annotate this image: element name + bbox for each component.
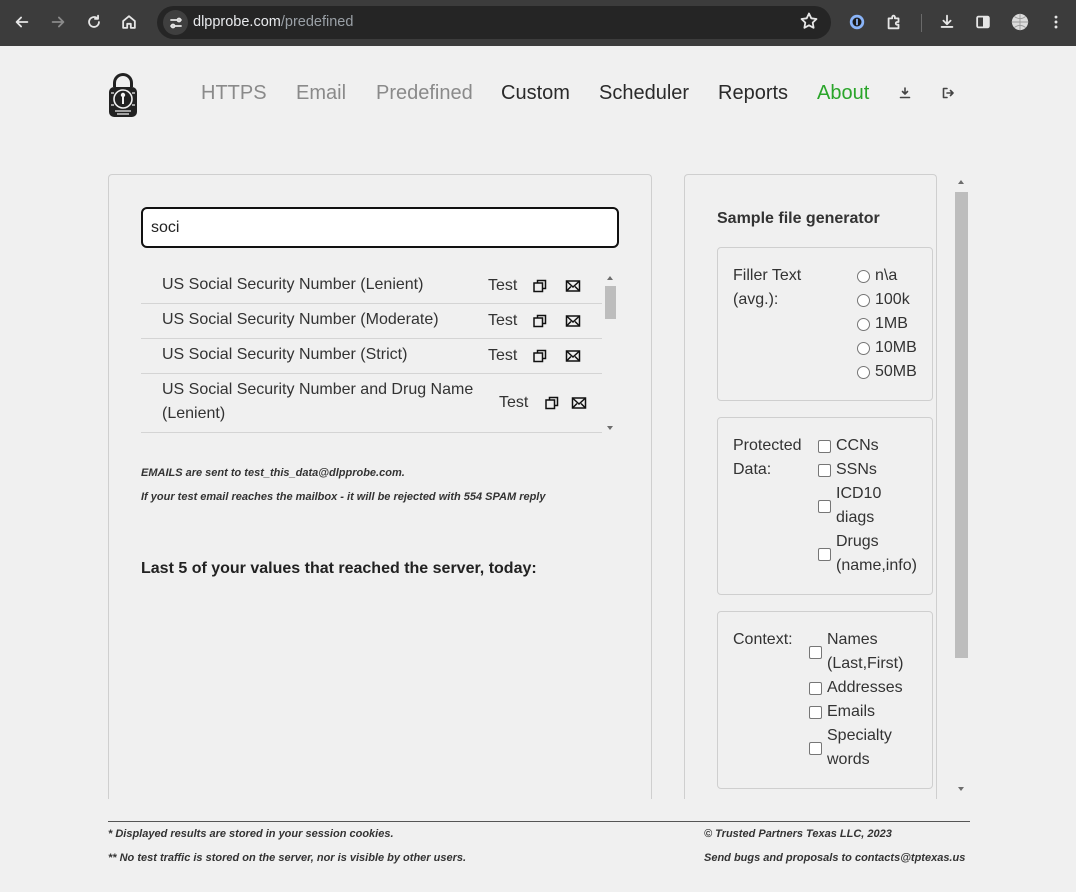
forward-icon[interactable] (44, 8, 72, 36)
checkbox-specialty[interactable] (809, 742, 822, 755)
reload-icon[interactable] (80, 8, 108, 36)
nav-reports[interactable]: Reports (718, 82, 788, 105)
context-group: Context: Names (Last,First) Addresses Em… (717, 611, 933, 789)
address-bar[interactable]: dlpprobe.com/predefined (157, 6, 831, 39)
side-panel-icon[interactable] (969, 8, 997, 36)
filler-option: 10MB (875, 339, 917, 356)
filler-radio-50mb[interactable] (857, 366, 870, 379)
nav-https[interactable]: HTTPS (201, 82, 267, 105)
context-option: Names (Last,First) (827, 631, 904, 672)
browser-toolbar: dlpprobe.com/predefined (0, 0, 1076, 46)
nav-scheduler[interactable]: Scheduler (599, 82, 689, 105)
back-icon[interactable] (8, 8, 36, 36)
filler-option: 1MB (875, 315, 908, 332)
protected-option: ICD10 diags (836, 485, 882, 526)
nav-predefined[interactable]: Predefined (376, 82, 473, 105)
toolbar-divider (921, 14, 922, 32)
footer-contact: Send bugs and proposals to contacts@tpte… (704, 852, 966, 864)
copy-icon[interactable] (532, 348, 548, 364)
download-icon[interactable] (899, 86, 913, 102)
email-icon[interactable] (565, 313, 581, 329)
filler-option: 50MB (875, 363, 917, 380)
test-button[interactable]: Test (488, 277, 517, 295)
nav-email[interactable]: Email (296, 82, 346, 105)
filler-option: n\a (875, 267, 898, 284)
logout-icon[interactable] (942, 86, 956, 102)
checkbox-ssns[interactable] (818, 464, 831, 477)
menu-kebab-icon[interactable] (1042, 8, 1070, 36)
results-scrollbar[interactable] (604, 274, 616, 434)
result-name: US Social Security Number (Strict) (162, 346, 408, 363)
site-settings-icon[interactable] (163, 10, 188, 35)
list-item: US Social Security Number (Lenient) Test (141, 268, 602, 304)
context-option: Specialty words (827, 727, 892, 768)
scroll-up-arrow[interactable] (607, 276, 613, 280)
footer-divider (108, 821, 970, 822)
footer-copyright: © Trusted Partners Texas LLC, 2023 (704, 828, 892, 840)
context-option: Addresses (827, 679, 903, 696)
password-manager-icon[interactable] (843, 8, 871, 36)
filler-radio-1mb[interactable] (857, 318, 870, 331)
protected-option: CCNs (836, 437, 879, 454)
filler-text-label: Filler Text (avg.): (733, 267, 802, 308)
filler-text-group: Filler Text (avg.): n\a 100k 1MB 10MB 50… (717, 247, 933, 401)
checkbox-names[interactable] (809, 646, 822, 659)
nav-about[interactable]: About (817, 82, 869, 105)
site-logo[interactable] (107, 69, 139, 119)
test-button[interactable]: Test (488, 312, 517, 330)
profile-avatar[interactable] (1006, 8, 1034, 36)
copy-icon[interactable] (544, 395, 560, 411)
home-icon[interactable] (115, 8, 143, 36)
copy-icon[interactable] (532, 278, 548, 294)
context-option: Emails (827, 703, 876, 720)
download-icon[interactable] (933, 8, 961, 36)
side-scrollbar-thumb[interactable] (955, 192, 968, 658)
footer-traffic-note: ** No test traffic is stored on the serv… (108, 852, 467, 864)
protected-data-label: Protected Data: (733, 437, 802, 478)
protected-option: Drugs (name,info) (836, 533, 917, 574)
context-label: Context: (733, 631, 793, 648)
checkbox-addresses[interactable] (809, 682, 822, 695)
result-name: US Social Security Number (Moderate) (162, 311, 439, 328)
email-icon[interactable] (565, 348, 581, 364)
side-scroll-down-arrow[interactable] (958, 787, 964, 791)
checkbox-emails[interactable] (809, 706, 822, 719)
scroll-down-arrow[interactable] (607, 426, 613, 430)
copy-icon[interactable] (532, 313, 548, 329)
protected-option: SSNs (836, 461, 877, 478)
scrollbar-thumb[interactable] (605, 286, 616, 319)
extensions-icon[interactable] (880, 8, 908, 36)
url-text: dlpprobe.com/predefined (193, 14, 354, 30)
result-name: US Social Security Number (Lenient) (162, 276, 424, 293)
generator-title: Sample file generator (717, 210, 880, 227)
email-note: EMAILS are sent to test_this_data@dlppro… (141, 467, 405, 479)
result-name: US Social Security Number and Drug Name … (162, 381, 474, 422)
list-item: US Social Security Number (Strict) Test (141, 339, 602, 374)
nav-custom[interactable]: Custom (501, 82, 570, 105)
checkbox-icd10[interactable] (818, 500, 831, 513)
list-item: US Social Security Number (Moderate) Tes… (141, 304, 602, 339)
filler-option: 100k (875, 291, 910, 308)
filler-radio-na[interactable] (857, 270, 870, 283)
email-icon[interactable] (571, 395, 587, 411)
last5-heading: Last 5 of your values that reached the s… (141, 560, 537, 577)
filler-radio-10mb[interactable] (857, 342, 870, 355)
email-icon[interactable] (565, 278, 581, 294)
checkbox-ccns[interactable] (818, 440, 831, 453)
filler-radio-100k[interactable] (857, 294, 870, 307)
search-input[interactable] (141, 207, 619, 248)
bookmark-star-icon[interactable] (799, 11, 821, 33)
test-button[interactable]: Test (499, 394, 528, 412)
list-item: US Social Security Number and Drug Name … (141, 374, 602, 433)
side-scroll-up-arrow[interactable] (958, 180, 964, 184)
test-button[interactable]: Test (488, 347, 517, 365)
footer-cookies-note: * Displayed results are stored in your s… (108, 828, 394, 840)
protected-data-group: Protected Data: CCNs SSNs ICD10 diags Dr… (717, 417, 933, 595)
results-list: US Social Security Number (Lenient) Test… (141, 268, 602, 433)
spam-note: If your test email reaches the mailbox -… (141, 491, 546, 503)
checkbox-drugs[interactable] (818, 548, 831, 561)
